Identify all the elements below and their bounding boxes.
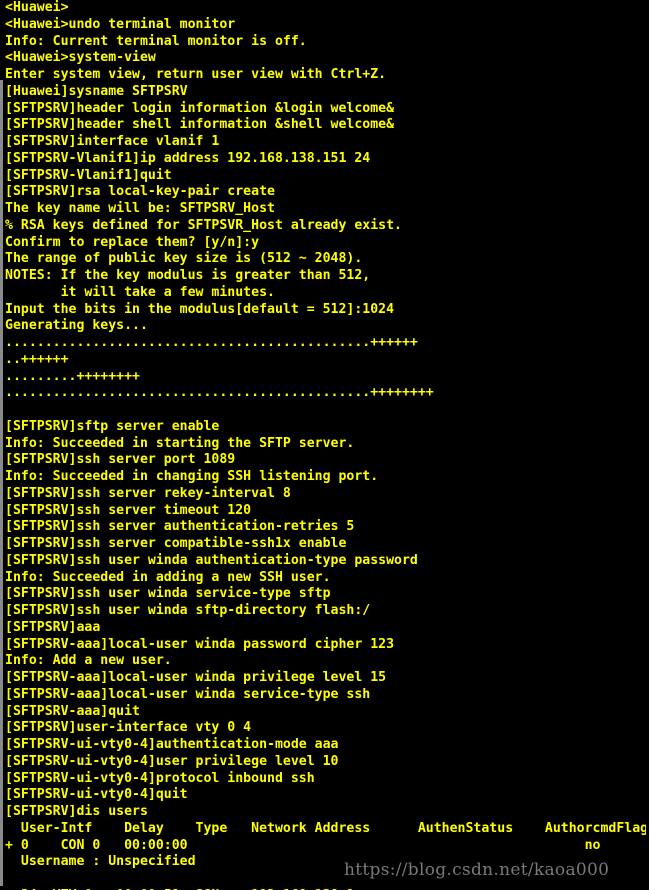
terminal-line: Info: Add a new user.	[5, 653, 172, 669]
terminal-line: NOTES: If the key modulus is greater tha…	[5, 268, 371, 283]
terminal-line: <Huawei>	[5, 0, 69, 15]
terminal-line: [SFTPSRV-Vlanif1]ip address 192.168.138.…	[5, 150, 371, 166]
terminal-line: [SFTPSRV-ui-vty0-4]quit	[5, 787, 188, 803]
terminal-line: [SFTPSRV]user-interface vty 0 4	[5, 720, 252, 736]
terminal-line: Info: Succeeded in changing SSH listenin…	[5, 469, 379, 484]
terminal-line: [SFTPSRV-ui-vty0-4]authentication-mode a…	[5, 737, 339, 752]
terminal-line: [SFTPSRV]ssh server port 1089	[5, 452, 236, 468]
terminal-line: [SFTPSRV]ssh user winda service-type sft…	[5, 586, 331, 602]
terminal-line: .........++++++++	[5, 368, 140, 384]
terminal-line: Info: Succeeded in adding a new SSH user…	[5, 569, 331, 585]
terminal-line: <Huawei>undo terminal monitor	[5, 16, 236, 32]
terminal-line: [SFTPSRV]ssh server rekey-interval 8	[5, 485, 291, 501]
terminal-line: Input the bits in the modulus[default = …	[5, 301, 395, 317]
terminal-line: [SFTPSRV-ui-vty0-4]user privilege level …	[5, 753, 339, 769]
terminal-line: ........................................…	[5, 335, 418, 350]
terminal-line: [SFTPSRV]dis users	[5, 804, 148, 819]
terminal-line: Username : Unspecified	[5, 854, 196, 870]
terminal-line: ........................................…	[5, 385, 434, 401]
left-scrollbar-track[interactable]	[0, 0, 3, 890]
terminal-line: [SFTPSRV]aaa	[5, 619, 101, 635]
terminal-line: Enter system view, return user view with…	[5, 67, 387, 82]
terminal-line: ..++++++	[5, 351, 69, 367]
terminal-line: [SFTPSRV]ssh server authentication-retri…	[5, 519, 355, 535]
terminal-line: [SFTPSRV-ui-vty0-4]protocol inbound ssh	[5, 770, 315, 786]
terminal-line: The range of public key size is (512 ~ 2…	[5, 251, 363, 267]
terminal-line: + 0 CON 0 00:00:00 no	[5, 837, 601, 853]
terminal-line: [SFTPSRV-aaa]local-user winda password c…	[5, 636, 395, 652]
terminal-line: [SFTPSRV]ssh server timeout 120	[5, 502, 252, 518]
terminal-line: Generating keys...	[5, 318, 148, 334]
terminal-line: [SFTPSRV]ssh user winda sftp-directory f…	[5, 603, 371, 618]
terminal-output: <Huawei> <Huawei>undo terminal monitor Inf…	[5, 0, 649, 890]
terminal-line: [Huawei]sysname SFTPSRV	[5, 83, 188, 99]
terminal-line: [SFTPSRV-aaa]quit	[5, 703, 140, 719]
terminal-window[interactable]: <Huawei> <Huawei>undo terminal monitor Inf…	[0, 0, 649, 890]
terminal-line: [SFTPSRV]sftp server enable	[5, 418, 220, 434]
terminal-line: The key name will be: SFTPSRV_Host	[5, 201, 275, 216]
terminal-line: Confirm to replace them? [y/n]:y	[5, 234, 260, 250]
terminal-line: it will take a few minutes.	[5, 284, 275, 300]
terminal-line: [SFTPSRV-Vlanif1]quit	[5, 167, 172, 183]
terminal-line: [SFTPSRV]ssh server compatible-ssh1x ena…	[5, 536, 347, 551]
terminal-line: [SFTPSRV]header login information &login…	[5, 100, 395, 116]
left-scrollbar-thumb[interactable]	[0, 80, 3, 886]
terminal-line: Info: Succeeded in starting the SFTP ser…	[5, 435, 355, 451]
terminal-line: [SFTPSRV]interface vlanif 1	[5, 134, 220, 149]
terminal-line: [SFTPSRV]header shell information &shell…	[5, 117, 395, 133]
terminal-line: Info: Current terminal monitor is off.	[5, 33, 307, 49]
terminal-line: [SFTPSRV]rsa local-key-pair create	[5, 184, 275, 200]
terminal-line: User-Intf Delay Type Network Address Aut…	[5, 820, 649, 836]
terminal-line: % RSA keys defined for SFTPSVR_Host alre…	[5, 217, 402, 233]
terminal-line: [SFTPSRV-aaa]local-user winda service-ty…	[5, 686, 371, 702]
terminal-line: [SFTPSRV]ssh user winda authentication-t…	[5, 552, 418, 568]
terminal-line: <Huawei>system-view	[5, 50, 156, 66]
terminal-line: [SFTPSRV-aaa]local-user winda privilege …	[5, 670, 387, 685]
